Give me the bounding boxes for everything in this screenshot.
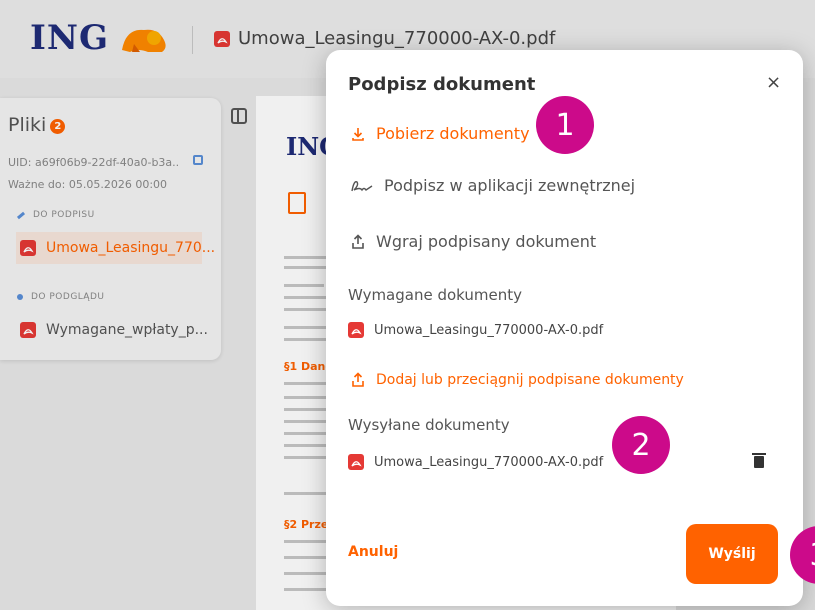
sent-documents-heading: Wysyłane dokumenty (348, 416, 510, 434)
sent-document-name: Umowa_Leasingu_770000-AX-0.pdf (374, 454, 604, 470)
sent-document-item[interactable]: Umowa_Leasingu_770000-AX-0.pdf (348, 454, 603, 470)
required-document-item[interactable]: Umowa_Leasingu_770000-AX-0.pdf (348, 322, 603, 338)
download-documents-button[interactable]: Pobierz dokumenty (350, 124, 530, 143)
download-documents-label: Pobierz dokumenty (376, 124, 530, 143)
send-button[interactable]: Wyślij (686, 524, 778, 584)
upload-signed-document-button[interactable]: Wgraj podpisany dokument (350, 232, 596, 251)
upload-signed-document-label: Wgraj podpisany dokument (376, 232, 597, 251)
close-icon[interactable]: × (766, 72, 781, 93)
download-icon (350, 126, 366, 142)
sign-external-app-label: Podpisz w aplikacji zewnętrznej (384, 176, 636, 195)
upload-icon (350, 233, 366, 250)
step-marker-1: 1 (536, 96, 594, 154)
pdf-icon (348, 322, 364, 338)
upload-icon (350, 372, 366, 388)
pdf-icon (348, 454, 364, 470)
modal-title: Podpisz dokument (348, 74, 536, 95)
step-marker-2: 2 (612, 416, 670, 474)
cancel-button[interactable]: Anuluj (348, 544, 398, 560)
required-documents-heading: Wymagane dokumenty (348, 286, 523, 304)
sign-external-app-button[interactable]: Podpisz w aplikacji zewnętrznej (350, 176, 635, 195)
trash-icon[interactable] (752, 453, 766, 468)
required-document-name: Umowa_Leasingu_770000-AX-0.pdf (374, 322, 604, 338)
signature-icon (350, 178, 374, 194)
add-signed-documents-label: Dodaj lub przeciągnij podpisane dokument… (376, 372, 684, 388)
add-signed-documents-button[interactable]: Dodaj lub przeciągnij podpisane dokument… (350, 372, 684, 388)
